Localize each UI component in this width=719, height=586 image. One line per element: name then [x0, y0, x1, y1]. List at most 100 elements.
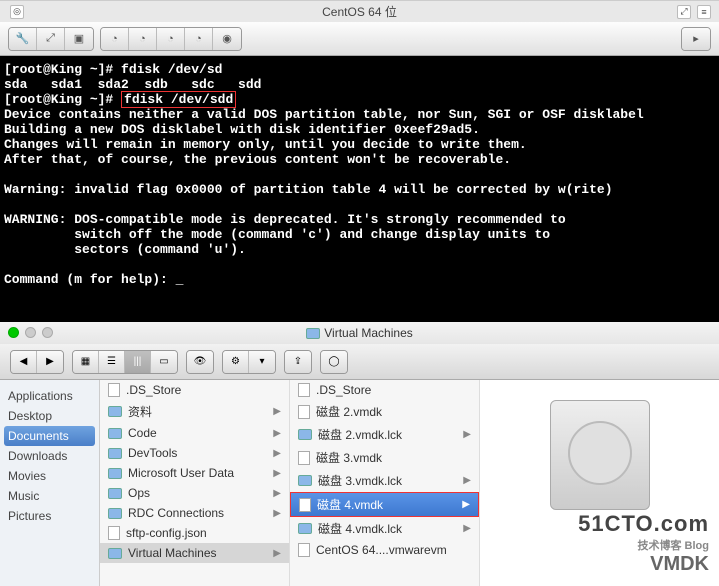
- view-list-button[interactable]: ☰: [99, 351, 125, 373]
- chevron-right-icon: ▶: [273, 488, 281, 499]
- item-label: 磁盘 2.vmdk: [316, 403, 382, 420]
- file-icon: [298, 405, 310, 419]
- chevron-right-icon: ▶: [273, 508, 281, 519]
- chevron-right-icon: ▶: [463, 475, 471, 486]
- share-button[interactable]: ⇪: [285, 351, 311, 373]
- chevron-right-icon: ▶: [273, 428, 281, 439]
- list-item[interactable]: 磁盘 2.vmdk.lck ▶: [290, 423, 479, 446]
- item-label: Virtual Machines: [128, 546, 217, 560]
- sidebar-item-documents[interactable]: Documents: [4, 426, 95, 446]
- chevron-right-icon: ▶: [273, 468, 281, 479]
- view-cover-button[interactable]: ▭: [151, 351, 177, 373]
- sidebar-item-music[interactable]: Music: [0, 486, 99, 506]
- tool-snapshot-icon[interactable]: ▣: [65, 28, 93, 50]
- tool-fullscreen-icon[interactable]: ⤢: [37, 28, 65, 50]
- list-item[interactable]: Code ▶: [100, 423, 289, 443]
- folder-icon: [108, 508, 122, 519]
- item-label: RDC Connections: [128, 506, 224, 520]
- action-menu-button[interactable]: ▾: [249, 351, 275, 373]
- item-label: sftp-config.json: [126, 526, 207, 540]
- chevron-right-icon: ▶: [463, 429, 471, 440]
- list-item[interactable]: CentOS 64....vmwarevm: [290, 540, 479, 560]
- list-item[interactable]: Virtual Machines ▶: [100, 543, 289, 563]
- vmdk-preview-icon: [550, 400, 650, 510]
- list-item[interactable]: Ops▶: [100, 483, 289, 503]
- list-item[interactable]: sftp-config.json: [100, 523, 289, 543]
- finder-title: Virtual Machines: [324, 326, 413, 340]
- folder-icon: [108, 448, 122, 459]
- folder-icon: [108, 406, 122, 417]
- action-button[interactable]: ⚙: [223, 351, 249, 373]
- item-label: 资料: [128, 403, 152, 420]
- list-item[interactable]: 磁盘 4.vmdk ▶: [290, 492, 479, 517]
- item-label: 磁盘 2.vmdk.lck: [318, 426, 402, 443]
- list-item[interactable]: Microsoft User Data ▶: [100, 463, 289, 483]
- item-label: CentOS 64....vmwarevm: [316, 543, 447, 557]
- item-label: .DS_Store: [126, 383, 181, 397]
- tool-disk1-icon[interactable]: ◔: [101, 28, 129, 50]
- file-icon: [298, 383, 310, 397]
- list-item[interactable]: 磁盘 2.vmdk: [290, 400, 479, 423]
- item-label: Code: [128, 426, 157, 440]
- quicklook-button[interactable]: 👁: [187, 351, 213, 373]
- folder-icon: [108, 548, 122, 559]
- list-item[interactable]: .DS_Store: [100, 380, 289, 400]
- folder-icon: [108, 488, 122, 499]
- tags-button[interactable]: ◯: [321, 351, 347, 373]
- vm-toolbar: 🔧 ⤢ ▣ ◔ ◔ ◔ ◔ ◉ ▸: [0, 22, 719, 56]
- list-item[interactable]: 磁盘 4.vmdk.lck ▶: [290, 517, 479, 540]
- menu-icon[interactable]: ≡: [697, 5, 711, 19]
- list-item[interactable]: RDC Connections ▶: [100, 503, 289, 523]
- item-label: DevTools: [128, 446, 177, 460]
- item-label: 磁盘 3.vmdk.lck: [318, 472, 402, 489]
- list-item[interactable]: 磁盘 3.vmdk: [290, 446, 479, 469]
- file-icon: [298, 543, 310, 557]
- view-icon-button[interactable]: ▦: [73, 351, 99, 373]
- terminal[interactable]: [root@King ~]# fdisk /dev/sd sda sda1 sd…: [0, 56, 719, 324]
- finder-column-1: .DS_Store资料▶Code▶DevTools▶Microsoft User…: [100, 380, 290, 586]
- tool-disk3-icon[interactable]: ◔: [157, 28, 185, 50]
- highlighted-command: fdisk /dev/sdd: [121, 91, 236, 108]
- folder-icon: [298, 475, 312, 486]
- item-label: 磁盘 4.vmdk.lck: [318, 520, 402, 537]
- chevron-right-icon: ▶: [273, 548, 281, 559]
- sidebar-item-applications[interactable]: Applications: [0, 386, 99, 406]
- item-label: 磁盘 4.vmdk: [317, 496, 383, 513]
- tool-cd-icon[interactable]: ◉: [213, 28, 241, 50]
- nav-fwd-button[interactable]: ▶: [37, 351, 63, 373]
- watermark: 51CTO.com 技术博客 Blog VMDK: [578, 511, 709, 576]
- file-icon: [299, 498, 311, 512]
- expand-icon[interactable]: ⤢: [677, 5, 691, 19]
- tool-disk4-icon[interactable]: ◔: [185, 28, 213, 50]
- traffic-min[interactable]: [25, 327, 36, 338]
- tool-settings-icon[interactable]: 🔧: [9, 28, 37, 50]
- chevron-right-icon: ▶: [462, 499, 470, 510]
- list-item[interactable]: DevTools▶: [100, 443, 289, 463]
- nav-back-button[interactable]: ◀: [11, 351, 37, 373]
- finder-column-2: .DS_Store磁盘 2.vmdk磁盘 2.vmdk.lck▶磁盘 3.vmd…: [290, 380, 480, 586]
- list-item[interactable]: .DS_Store: [290, 380, 479, 400]
- view-column-button[interactable]: |||: [125, 351, 151, 373]
- window-title: CentOS 64 位: [322, 3, 397, 20]
- tool-disk2-icon[interactable]: ◔: [129, 28, 157, 50]
- folder-icon: [108, 468, 122, 479]
- sidebar-item-desktop[interactable]: Desktop: [0, 406, 99, 426]
- item-label: 磁盘 3.vmdk: [316, 449, 382, 466]
- file-icon: [108, 383, 120, 397]
- folder-icon: [108, 428, 122, 439]
- tool-right-icon[interactable]: ▸: [682, 28, 710, 50]
- traffic-close[interactable]: [8, 327, 19, 338]
- list-item[interactable]: 资料 ▶: [100, 400, 289, 423]
- file-icon: [298, 451, 310, 465]
- list-item[interactable]: 磁盘 3.vmdk.lck ▶: [290, 469, 479, 492]
- chevron-right-icon: ▶: [463, 523, 471, 534]
- file-icon: [108, 526, 120, 540]
- folder-icon: [298, 523, 312, 534]
- sidebar-item-downloads[interactable]: Downloads: [0, 446, 99, 466]
- sidebar-item-movies[interactable]: Movies: [0, 466, 99, 486]
- chevron-right-icon: ▶: [273, 406, 281, 417]
- traffic-max[interactable]: [42, 327, 53, 338]
- finder-toolbar: ◀ ▶ ▦ ☰ ||| ▭ 👁 ⚙ ▾ ⇪ ◯: [0, 344, 719, 380]
- sidebar-item-pictures[interactable]: Pictures: [0, 506, 99, 526]
- item-label: Microsoft User Data: [128, 466, 234, 480]
